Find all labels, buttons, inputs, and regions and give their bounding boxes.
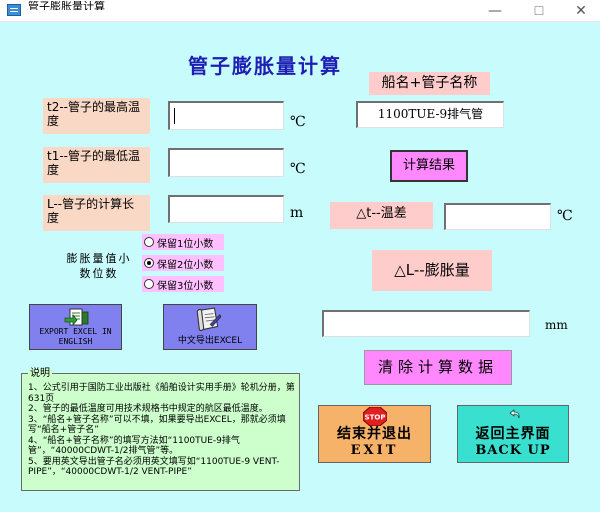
note-line: 1、公式引用于国防工业出版社《船舶设计实用手册》轮机分册，第631页 [28,383,295,404]
title-bar: 管子膨胀量计算 — ☐ ✕ [0,0,600,22]
back-label-en: BACK UP [475,443,551,458]
note-line: 4、“船名+管子名称”的填写方法如“1100TUE-9排气管”，“40000CD… [28,435,240,457]
calculate-button[interactable]: 计算结果 [390,150,468,182]
length-input[interactable] [168,195,284,223]
back-to-main-button[interactable]: 返回主界面 BACK UP [457,405,569,463]
note-line: 2、管子的最低温度可用技术规格书中规定的航区最低温度。 [28,404,268,414]
radio-button-icon[interactable] [144,279,154,289]
radio-2-decimal[interactable]: 保留2位小数 [142,255,224,271]
delta-l-output[interactable] [322,310,530,337]
note-line: 5、要用英文导出管子名必须用英文填写如“1100TUE-9 VENT-PIPE”… [28,456,280,478]
export-chinese-label: 中文导出EXCEL [177,336,243,346]
radio-label: 保留2位小数 [157,259,214,271]
ship-name-label: 船名+管子名称 [369,72,490,95]
exit-label-en: EXIT [350,443,399,458]
note-line: 3、“船名+管子名称”可以不填，如果要导出EXCEL，那就必须填写“船名+管子名… [28,414,286,436]
delta-t-unit: ℃ [557,208,573,224]
length-label: L--管子的计算长度 [43,195,150,231]
text-caret [174,108,175,124]
app-icon [7,4,21,16]
delta-l-label: △L--膨胀量 [372,250,492,291]
length-unit: m [290,205,304,221]
radio-1-decimal[interactable]: 保留1位小数 [142,234,224,250]
radio-button-selected-icon[interactable] [144,258,154,268]
export-excel-english-button[interactable]: EXPORT EXCEL IN ENGLISH [29,304,122,350]
minimize-icon[interactable]: — [474,0,516,22]
decimal-places-title: 膨胀量值小数位数 [66,252,132,280]
ship-name-value: 1100TUE-9排气管 [377,107,484,121]
radio-label: 保留1位小数 [157,238,214,250]
delta-l-unit: mm [545,318,568,332]
close-icon[interactable]: ✕ [560,0,600,22]
t2-input[interactable] [168,101,284,130]
radio-3-decimal[interactable]: 保留3位小数 [142,276,224,292]
excel-export-icon [64,308,89,327]
back-label-cn: 返回主界面 [475,426,551,442]
delta-t-output[interactable] [444,203,551,230]
clear-data-button[interactable]: 清除计算数据 [364,350,512,385]
maximize-icon[interactable]: ☐ [518,0,560,22]
exit-label-cn: 结束并退出 [337,426,412,442]
window-title: 管子膨胀量计算 [28,1,105,10]
radio-button-icon[interactable] [144,237,154,247]
export-excel-chinese-button[interactable]: 中文导出EXCEL [163,304,257,350]
notes-title: 说明 [28,368,52,379]
export-english-label: EXPORT EXCEL IN ENGLISH [39,327,112,346]
t1-input[interactable] [168,148,284,177]
exit-button[interactable]: STOP 结束并退出 EXIT [318,405,431,463]
ship-name-input[interactable]: 1100TUE-9排气管 [356,101,504,128]
delta-t-label: △t--温差 [330,202,433,229]
t2-unit: ℃ [290,114,306,130]
t2-label: t2--管子的最高温度 [43,98,150,134]
svg-text:STOP: STOP [365,414,386,422]
document-scroll-icon [196,307,222,332]
notes-panel: 说明 1、公式引用于国防工业出版社《船舶设计实用手册》轮机分册，第631页 2、… [21,369,300,491]
t1-unit: ℃ [290,161,306,177]
notes-body: 1、公式引用于国防工业出版社《船舶设计实用手册》轮机分册，第631页 2、管子的… [28,383,296,478]
back-arrow-icon [509,409,520,419]
t1-label: t1--管子的最低温度 [43,147,150,183]
stop-sign-icon: STOP [363,407,387,426]
page-title: 管子膨胀量计算 [188,54,342,78]
radio-label: 保留3位小数 [157,280,214,292]
